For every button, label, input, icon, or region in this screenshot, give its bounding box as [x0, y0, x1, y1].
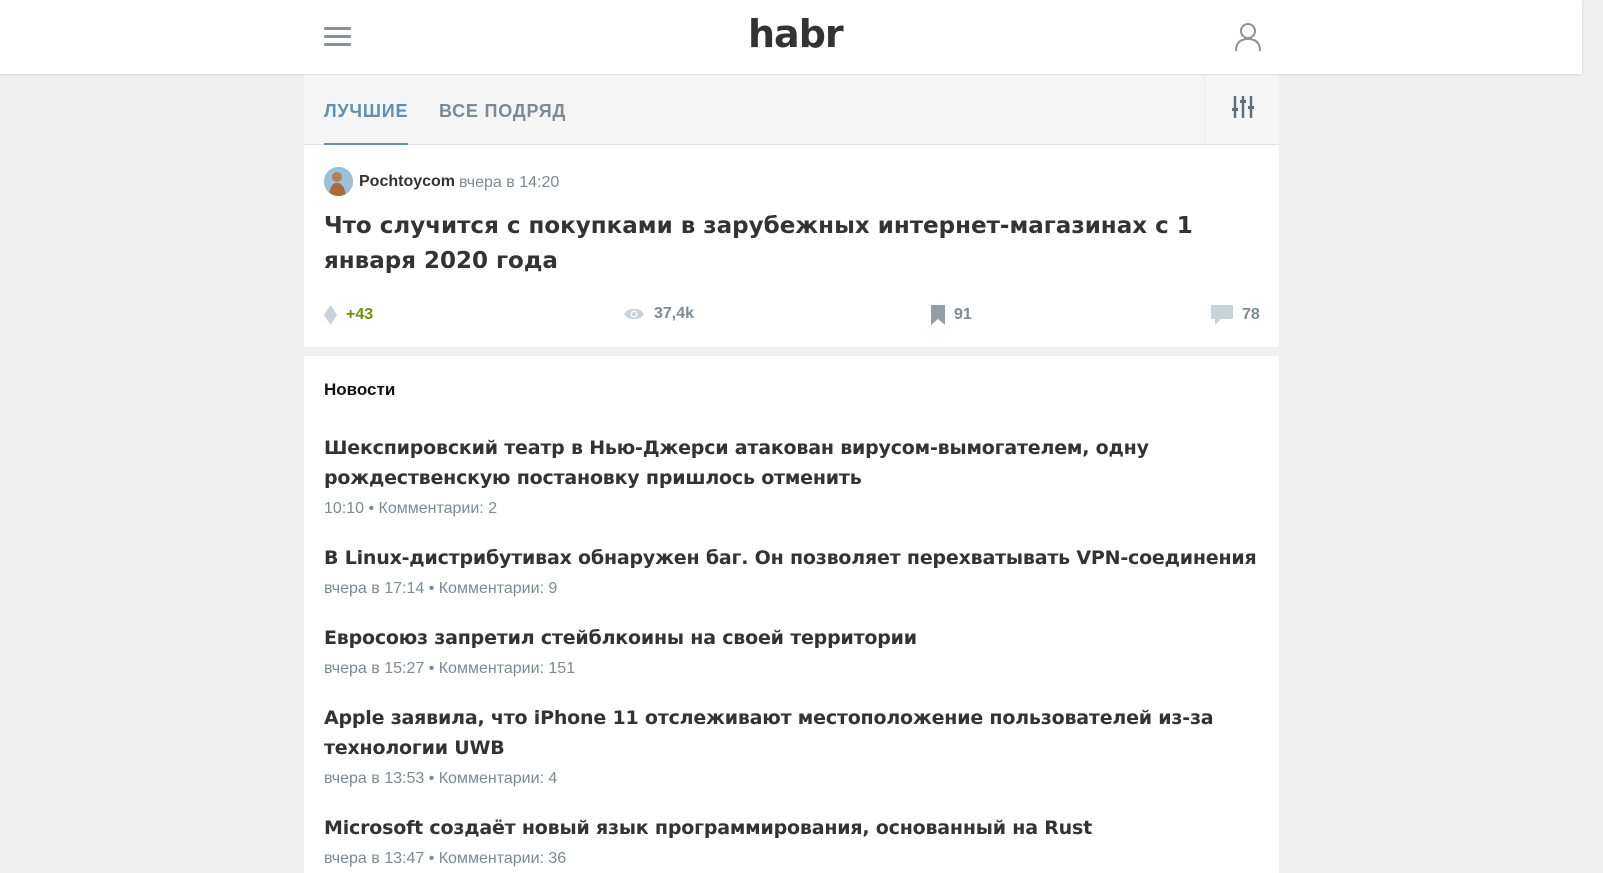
tab-all[interactable]: Все подряд [439, 101, 566, 122]
news-item[interactable]: В Linux-дистрибутивах обнаружен баг. Он … [324, 543, 1264, 599]
settings-sliders-icon [1232, 96, 1254, 118]
news-meta: вчера в 15:27 • Комментарии: 151 [324, 660, 576, 677]
comment-icon [1211, 305, 1233, 325]
news-title[interactable]: В Linux-дистрибутивах обнаружен баг. Он … [324, 543, 1264, 573]
bookmarks-value: 91 [954, 306, 972, 323]
news-meta: 10:10 • Комментарии: 2 [324, 500, 498, 517]
hamburger-menu-icon[interactable] [324, 27, 351, 47]
bookmark-icon [931, 305, 945, 325]
news-heading: Новости [324, 380, 396, 399]
rating-value: +43 [346, 306, 374, 323]
news-meta: вчера в 17:14 • Комментарии: 9 [324, 580, 558, 597]
news-title[interactable]: Microsoft создаёт новый язык программиро… [324, 813, 1264, 843]
eye-icon [624, 308, 644, 320]
top-header: habr [0, 0, 1582, 74]
news-list: Шекспировский театр в Нью-Джерси атакова… [324, 433, 1264, 873]
views-value: 37,4k [654, 305, 695, 322]
avatar-image-icon [324, 167, 353, 196]
news-block: Новости Шекспировский театр в Нью-Джерси… [304, 356, 1279, 873]
tab-best[interactable]: Лучшие [324, 101, 409, 145]
news-item[interactable]: Шекспировский театр в Нью-Джерси атакова… [324, 433, 1264, 519]
news-meta: вчера в 13:53 • Комментарии: 4 [324, 770, 558, 787]
post-rating[interactable]: +43 [324, 305, 373, 325]
news-item[interactable]: Евросоюз запретил стейблкоины на своей т… [324, 623, 1264, 679]
comments-value: 78 [1242, 306, 1260, 323]
post-title[interactable]: Что случится с покупками в зарубежных ин… [324, 209, 1259, 279]
author-avatar[interactable] [324, 167, 353, 196]
feed-filter-button[interactable] [1204, 75, 1279, 144]
featured-post-card: Pochtoycom вчера в 14:20 Что случится с … [304, 145, 1279, 347]
news-title[interactable]: Apple заявила, что iPhone 11 отслеживают… [324, 703, 1264, 763]
post-comments[interactable]: 78 [1211, 305, 1260, 325]
news-meta: вчера в 13:47 • Комментарии: 36 [324, 850, 567, 867]
news-title[interactable]: Шекспировский театр в Нью-Джерси атакова… [324, 433, 1264, 493]
post-time: вчера в 14:20 [459, 174, 560, 191]
site-logo[interactable]: habr [748, 12, 844, 56]
user-profile-icon[interactable] [1234, 22, 1262, 52]
post-views: 37,4k [623, 305, 694, 323]
news-title[interactable]: Евросоюз запретил стейблкоины на своей т… [324, 623, 1264, 653]
post-bookmarks[interactable]: 91 [931, 305, 972, 325]
feed-tabs: Лучшие Все подряд [304, 75, 1279, 145]
rating-drop-icon [324, 305, 337, 325]
news-item[interactable]: Apple заявила, что iPhone 11 отслеживают… [324, 703, 1264, 789]
news-item[interactable]: Microsoft создаёт новый язык программиро… [324, 813, 1264, 869]
post-author[interactable]: Pochtoycom [359, 173, 455, 191]
